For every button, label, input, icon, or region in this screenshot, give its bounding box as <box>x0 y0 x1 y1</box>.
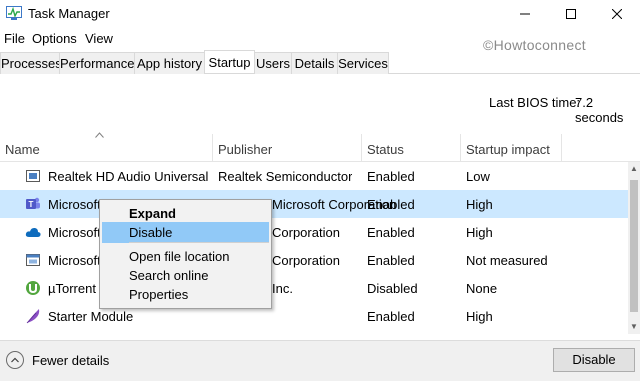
menu-item-search-online[interactable]: Search online <box>102 265 269 286</box>
minimize-button[interactable] <box>502 0 548 28</box>
row-impact: None <box>466 281 498 296</box>
row-publisher: Corporation <box>272 225 340 240</box>
close-icon <box>612 9 622 19</box>
row-publisher: Corporation <box>272 253 340 268</box>
row-impact: Not measured <box>466 253 548 268</box>
fewer-details-link[interactable]: Fewer details <box>32 353 109 368</box>
menu-separator <box>129 242 269 243</box>
column-startup-impact[interactable]: Startup impact <box>466 142 550 157</box>
utorrent-icon <box>26 281 40 295</box>
scrollbar-thumb[interactable] <box>630 180 638 312</box>
scroll-up-icon[interactable]: ▲ <box>628 162 640 176</box>
menu-options[interactable]: Options <box>32 31 77 46</box>
menu-view[interactable]: View <box>85 31 113 46</box>
tab-strip: Processes Performance App history Startu… <box>0 50 640 74</box>
row-name: Microsoft T <box>48 197 100 212</box>
svg-text:T: T <box>29 200 34 209</box>
row-status: Disabled <box>367 281 418 296</box>
maximize-icon <box>566 9 576 19</box>
row-publisher: Realtek Semiconductor <box>218 169 353 184</box>
column-divider[interactable] <box>212 134 213 162</box>
row-impact: High <box>466 309 493 324</box>
row-name: Realtek HD Audio Universal ... <box>48 169 210 184</box>
table-row[interactable]: µTorrent Inc. Disabled None <box>0 274 628 302</box>
feather-icon <box>26 309 40 324</box>
row-name: Microsoft <box>48 253 100 268</box>
row-status: Enabled <box>367 197 415 212</box>
tab-startup[interactable]: Startup <box>204 50 255 73</box>
column-divider[interactable] <box>460 134 461 162</box>
row-status: Enabled <box>367 225 415 240</box>
column-name[interactable]: Name <box>5 142 40 157</box>
tab-services[interactable]: Services <box>337 52 389 74</box>
row-name: Starter Module <box>48 309 134 324</box>
column-header-row: Name Publisher Status Startup impact <box>0 134 640 162</box>
row-name: Microsoft <box>48 225 100 240</box>
table-row[interactable]: Realtek HD Audio Universal ... Realtek S… <box>0 162 628 190</box>
window-title: Task Manager <box>28 6 110 21</box>
microsoft-teams-icon: T <box>26 197 40 209</box>
tab-processes[interactable]: Processes <box>0 52 62 74</box>
bios-time-label: Last BIOS time: <box>489 95 581 110</box>
row-impact: Low <box>466 169 490 184</box>
menu-item-disable[interactable]: Disable <box>102 222 269 243</box>
row-status: Enabled <box>367 169 415 184</box>
onedrive-icon <box>25 227 41 237</box>
footer-bar: Fewer details Disable <box>0 340 640 381</box>
context-menu: Expand Disable Open file location Search… <box>99 199 272 309</box>
menu-item-properties[interactable]: Properties <box>102 284 269 305</box>
table-row[interactable]: Microsoft Corporation Enabled Not measur… <box>0 246 628 274</box>
table-row[interactable]: Microsoft Corporation Enabled High <box>0 218 628 246</box>
row-status: Enabled <box>367 253 415 268</box>
task-manager-icon <box>6 6 22 20</box>
row-publisher: Inc. <box>272 281 293 296</box>
app-window-icon <box>26 254 40 266</box>
row-impact: High <box>466 225 493 240</box>
row-name: µTorrent <box>48 281 96 296</box>
maximize-button[interactable] <box>548 0 594 28</box>
column-divider[interactable] <box>361 134 362 162</box>
menu-item-open-file-location[interactable]: Open file location <box>102 246 269 267</box>
scroll-down-icon[interactable]: ▼ <box>628 320 640 334</box>
tab-performance[interactable]: Performance <box>59 52 135 74</box>
fewer-details-toggle[interactable] <box>6 351 24 369</box>
menu-item-expand[interactable]: Expand <box>102 203 269 224</box>
watermark: ©Howtoconnect <box>483 37 586 53</box>
column-publisher[interactable]: Publisher <box>218 142 272 157</box>
row-status: Enabled <box>367 309 415 324</box>
close-button[interactable] <box>594 0 640 28</box>
realtek-audio-icon <box>26 170 40 182</box>
tab-app-history[interactable]: App history <box>134 52 205 74</box>
menu-file[interactable]: File <box>4 31 25 46</box>
tab-users[interactable]: Users <box>254 52 292 74</box>
column-status[interactable]: Status <box>367 142 404 157</box>
table-row[interactable]: T Microsoft T Microsoft Corporation Enab… <box>0 190 628 218</box>
row-impact: High <box>466 197 493 212</box>
column-divider[interactable] <box>561 134 562 162</box>
chevron-up-icon <box>11 357 19 363</box>
tab-details[interactable]: Details <box>291 52 338 74</box>
table-row[interactable]: Starter Module Enabled High <box>0 302 628 330</box>
title-bar: Task Manager <box>0 0 640 28</box>
minimize-icon <box>520 13 530 15</box>
bios-time-value: 7.2 seconds <box>575 95 624 125</box>
disable-button[interactable]: Disable <box>553 348 635 372</box>
